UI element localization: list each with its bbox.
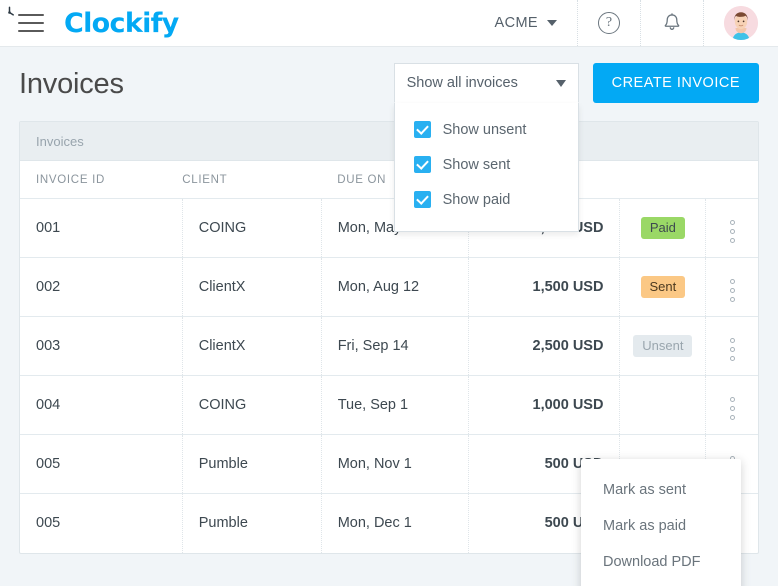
cell-status: Paid — [619, 198, 706, 258]
avatar — [724, 6, 758, 40]
user-profile-button[interactable] — [703, 0, 778, 46]
column-header-client[interactable]: CLIENT — [182, 161, 322, 199]
table-row[interactable]: 001COINGMon, May 13,000 USDPaid — [20, 198, 758, 258]
invoice-filter-select[interactable]: Show all invoices — [393, 63, 579, 103]
filter-option-show-paid[interactable]: Show paid — [395, 182, 578, 217]
top-navigation-bar: Clockify ACME ? — [0, 0, 778, 47]
cell-invoice-id: 005 — [36, 515, 61, 532]
header-actions: Show all invoices Show unsent Show sent … — [393, 63, 759, 232]
cell-due-on: Mon, Aug 12 — [320, 257, 469, 317]
row-more-options-icon[interactable] — [729, 279, 735, 302]
cell-status — [619, 375, 706, 435]
checkbox-checked-icon[interactable] — [413, 191, 431, 208]
chevron-down-icon — [555, 79, 566, 87]
cell-due-on: Fri, Sep 14 — [320, 316, 469, 376]
logo-text: Clockify — [64, 7, 179, 39]
hamburger-menu-icon[interactable] — [18, 14, 44, 32]
bell-icon — [664, 13, 680, 30]
cell-invoice-id: 005 — [20, 434, 183, 494]
filter-option-label: Show unsent — [442, 121, 527, 138]
notifications-button[interactable] — [640, 0, 703, 46]
workspace-name: ACME — [494, 15, 538, 31]
clockify-logo[interactable]: Clockify — [8, 6, 179, 39]
context-menu-item-download-pdf[interactable]: Download PDF — [581, 544, 741, 580]
cell-client: ClientX — [181, 257, 322, 317]
avatar-illustration — [724, 6, 758, 40]
context-menu-item-mark-as-paid[interactable]: Mark as paid — [581, 508, 741, 544]
cell-due-on: Mon, Dec 1 — [320, 493, 469, 553]
topbar-actions: ACME ? — [475, 0, 778, 46]
table-head: INVOICE ID CLIENT DUE ON — [20, 161, 758, 199]
cell-invoice-id: 002 — [20, 257, 183, 317]
table-row[interactable]: 003 ClientX Fri, Sep 14 2,500 USD Unsent — [20, 316, 758, 376]
cell-due-on: Tue, Sep 1 — [320, 375, 469, 435]
create-invoice-button[interactable]: CREATE INVOICE — [592, 63, 759, 103]
status-badge: Sent — [640, 275, 686, 299]
cell-actions — [705, 257, 758, 317]
context-menu-item-delete[interactable]: Delete — [581, 580, 741, 586]
invoice-row-context-menu: Mark as sent Mark as paid Download PDF D… — [581, 459, 741, 586]
cell-amount: 1,500 USD — [467, 257, 620, 317]
table-header-row: INVOICE ID CLIENT DUE ON — [20, 161, 758, 199]
workspace-switcher[interactable]: ACME — [475, 0, 578, 46]
row-more-options-icon[interactable] — [729, 338, 735, 361]
page-content: Invoices Show all invoices Show unsent S… — [0, 47, 778, 586]
table-row[interactable]: 004 COING Tue, Sep 1 1,000 USD — [20, 375, 758, 435]
cell-invoice-id: 001 — [20, 198, 183, 258]
cell-status: Unsent — [619, 316, 706, 376]
filter-option-show-unsent[interactable]: Show unsent — [395, 112, 578, 147]
status-badge: Unsent — [633, 334, 693, 358]
cell-client: COING — [181, 198, 322, 258]
filter-option-show-sent[interactable]: Show sent — [395, 147, 578, 182]
question-mark-icon: ? — [598, 12, 620, 34]
cell-amount: 1,000 USD — [467, 375, 620, 435]
cell-actions — [705, 375, 758, 435]
column-header-invoice-id[interactable]: INVOICE ID — [20, 161, 183, 199]
cell-status: Sent — [619, 257, 706, 317]
filter-option-label: Show paid — [442, 191, 511, 208]
filter-option-label: Show sent — [442, 156, 511, 173]
cell-amount: 2,500 USD — [467, 316, 620, 376]
cell-client: ClientX — [181, 316, 322, 376]
help-button[interactable]: ? — [577, 0, 640, 46]
chevron-down-icon — [547, 20, 557, 26]
table-row[interactable]: 002 ClientX Mon, Aug 12 1,500 USD Sent — [20, 257, 758, 317]
page-title: Invoices — [19, 67, 124, 100]
row-more-options-icon[interactable] — [729, 397, 735, 420]
cell-actions — [705, 198, 758, 258]
invoice-filter-selected-label: Show all invoices — [406, 75, 518, 91]
card-tab-bar: Invoices — [20, 122, 758, 161]
invoice-filter-dropdown: Show unsent Show sent Show paid — [393, 103, 579, 232]
column-header-status[interactable] — [619, 161, 706, 199]
clock-hand-icon — [8, 6, 14, 16]
checkbox-checked-icon[interactable] — [413, 121, 431, 138]
row-more-options-icon[interactable] — [729, 220, 735, 243]
cell-due-on: Mon, Nov 1 — [320, 434, 469, 494]
cell-client: Pumble — [181, 434, 322, 494]
cell-client: COING — [181, 375, 322, 435]
column-header-actions — [705, 161, 758, 199]
cell-invoice-id: 003 — [20, 316, 183, 376]
cell-client: Pumble — [181, 493, 322, 553]
status-badge: Paid — [640, 216, 685, 240]
tab-invoices[interactable]: Invoices — [36, 134, 84, 149]
context-menu-item-mark-as-sent[interactable]: Mark as sent — [581, 472, 741, 508]
checkbox-checked-icon[interactable] — [413, 156, 431, 173]
cell-invoice-id: 004 — [20, 375, 183, 435]
cell-actions — [705, 316, 758, 376]
